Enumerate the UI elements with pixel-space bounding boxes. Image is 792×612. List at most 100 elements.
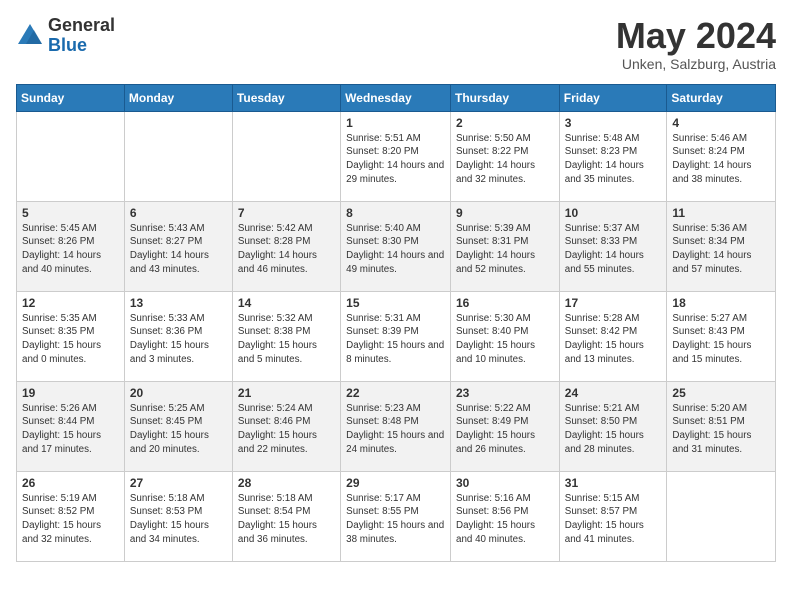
day-info: Sunrise: 5:51 AM Sunset: 8:20 PM Dayligh… — [346, 132, 445, 187]
weekday-monday: Monday — [124, 84, 232, 111]
calendar-cell: 24 Sunrise: 5:21 AM Sunset: 8:50 PM Dayli… — [559, 381, 667, 471]
day-number: 1 — [346, 116, 445, 130]
calendar-cell: 22 Sunrise: 5:23 AM Sunset: 8:48 PM Dayli… — [341, 381, 451, 471]
day-info: Sunrise: 5:19 AM Sunset: 8:52 PM Dayligh… — [22, 492, 119, 547]
day-number: 29 — [346, 476, 445, 490]
day-info: Sunrise: 5:20 AM Sunset: 8:51 PM Dayligh… — [672, 402, 770, 457]
page-header: General Blue May 2024 Unken, Salzburg, A… — [16, 16, 776, 72]
day-number: 20 — [130, 386, 227, 400]
calendar-week-3: 12 Sunrise: 5:35 AM Sunset: 8:35 PM Dayli… — [17, 291, 776, 381]
calendar-cell: 25 Sunrise: 5:20 AM Sunset: 8:51 PM Dayli… — [667, 381, 776, 471]
calendar-cell — [17, 111, 125, 201]
day-number: 21 — [238, 386, 335, 400]
title-block: May 2024 Unken, Salzburg, Austria — [616, 16, 776, 72]
day-info: Sunrise: 5:18 AM Sunset: 8:54 PM Dayligh… — [238, 492, 335, 547]
day-info: Sunrise: 5:33 AM Sunset: 8:36 PM Dayligh… — [130, 312, 227, 367]
calendar-cell: 9 Sunrise: 5:39 AM Sunset: 8:31 PM Daylig… — [451, 201, 560, 291]
day-number: 27 — [130, 476, 227, 490]
day-number: 11 — [672, 206, 770, 220]
day-info: Sunrise: 5:48 AM Sunset: 8:23 PM Dayligh… — [565, 132, 662, 187]
day-number: 15 — [346, 296, 445, 310]
day-info: Sunrise: 5:23 AM Sunset: 8:48 PM Dayligh… — [346, 402, 445, 457]
day-info: Sunrise: 5:26 AM Sunset: 8:44 PM Dayligh… — [22, 402, 119, 457]
day-number: 8 — [346, 206, 445, 220]
calendar-table: SundayMondayTuesdayWednesdayThursdayFrid… — [16, 84, 776, 562]
calendar-week-5: 26 Sunrise: 5:19 AM Sunset: 8:52 PM Dayli… — [17, 471, 776, 561]
calendar-cell: 13 Sunrise: 5:33 AM Sunset: 8:36 PM Dayli… — [124, 291, 232, 381]
day-info: Sunrise: 5:32 AM Sunset: 8:38 PM Dayligh… — [238, 312, 335, 367]
day-number: 10 — [565, 206, 662, 220]
day-number: 9 — [456, 206, 554, 220]
calendar-cell: 2 Sunrise: 5:50 AM Sunset: 8:22 PM Daylig… — [451, 111, 560, 201]
day-info: Sunrise: 5:46 AM Sunset: 8:24 PM Dayligh… — [672, 132, 770, 187]
calendar-cell: 30Sunrise: 5:16 AM Sunset: 8:56 PM Dayli… — [451, 471, 560, 561]
calendar-cell — [124, 111, 232, 201]
calendar-week-2: 5Sunrise: 5:45 AM Sunset: 8:26 PM Daylig… — [17, 201, 776, 291]
day-number: 18 — [672, 296, 770, 310]
logo: General Blue — [16, 16, 115, 56]
day-number: 16 — [456, 296, 554, 310]
day-info: Sunrise: 5:37 AM Sunset: 8:33 PM Dayligh… — [565, 222, 662, 277]
calendar-cell: 16 Sunrise: 5:30 AM Sunset: 8:40 PM Dayli… — [451, 291, 560, 381]
day-number: 13 — [130, 296, 227, 310]
calendar-cell: 31Sunrise: 5:15 AM Sunset: 8:57 PM Dayli… — [559, 471, 667, 561]
day-number: 2 — [456, 116, 554, 130]
day-number: 14 — [238, 296, 335, 310]
day-number: 25 — [672, 386, 770, 400]
weekday-saturday: Saturday — [667, 84, 776, 111]
calendar-cell: 4Sunrise: 5:46 AM Sunset: 8:24 PM Daylig… — [667, 111, 776, 201]
day-number: 30 — [456, 476, 554, 490]
day-number: 6 — [130, 206, 227, 220]
day-info: Sunrise: 5:24 AM Sunset: 8:46 PM Dayligh… — [238, 402, 335, 457]
day-info: Sunrise: 5:39 AM Sunset: 8:31 PM Dayligh… — [456, 222, 554, 277]
day-info: Sunrise: 5:50 AM Sunset: 8:22 PM Dayligh… — [456, 132, 554, 187]
day-number: 3 — [565, 116, 662, 130]
day-info: Sunrise: 5:31 AM Sunset: 8:39 PM Dayligh… — [346, 312, 445, 367]
calendar-cell: 5Sunrise: 5:45 AM Sunset: 8:26 PM Daylig… — [17, 201, 125, 291]
calendar-cell: 8 Sunrise: 5:40 AM Sunset: 8:30 PM Daylig… — [341, 201, 451, 291]
calendar-cell: 26 Sunrise: 5:19 AM Sunset: 8:52 PM Dayli… — [17, 471, 125, 561]
calendar-cell: 27 Sunrise: 5:18 AM Sunset: 8:53 PM Dayli… — [124, 471, 232, 561]
day-info: Sunrise: 5:42 AM Sunset: 8:28 PM Dayligh… — [238, 222, 335, 277]
calendar-cell — [232, 111, 340, 201]
calendar-cell — [667, 471, 776, 561]
logo-general-text: General — [48, 15, 115, 35]
calendar-cell: 14 Sunrise: 5:32 AM Sunset: 8:38 PM Dayli… — [232, 291, 340, 381]
location-text: Unken, Salzburg, Austria — [616, 56, 776, 72]
day-info: Sunrise: 5:30 AM Sunset: 8:40 PM Dayligh… — [456, 312, 554, 367]
day-number: 26 — [22, 476, 119, 490]
logo-icon — [16, 22, 44, 50]
logo-blue-text: Blue — [48, 35, 87, 55]
day-number: 22 — [346, 386, 445, 400]
day-info: Sunrise: 5:22 AM Sunset: 8:49 PM Dayligh… — [456, 402, 554, 457]
day-info: Sunrise: 5:17 AM Sunset: 8:55 PM Dayligh… — [346, 492, 445, 547]
calendar-week-1: 1 Sunrise: 5:51 AM Sunset: 8:20 PM Daylig… — [17, 111, 776, 201]
calendar-cell: 10 Sunrise: 5:37 AM Sunset: 8:33 PM Dayli… — [559, 201, 667, 291]
day-number: 17 — [565, 296, 662, 310]
day-number: 23 — [456, 386, 554, 400]
day-info: Sunrise: 5:21 AM Sunset: 8:50 PM Dayligh… — [565, 402, 662, 457]
day-info: Sunrise: 5:27 AM Sunset: 8:43 PM Dayligh… — [672, 312, 770, 367]
calendar-cell: 6Sunrise: 5:43 AM Sunset: 8:27 PM Daylig… — [124, 201, 232, 291]
calendar-cell: 11 Sunrise: 5:36 AM Sunset: 8:34 PM Dayli… — [667, 201, 776, 291]
calendar-cell: 23 Sunrise: 5:22 AM Sunset: 8:49 PM Dayli… — [451, 381, 560, 471]
day-info: Sunrise: 5:25 AM Sunset: 8:45 PM Dayligh… — [130, 402, 227, 457]
calendar-cell: 15 Sunrise: 5:31 AM Sunset: 8:39 PM Dayli… — [341, 291, 451, 381]
calendar-cell: 7Sunrise: 5:42 AM Sunset: 8:28 PM Daylig… — [232, 201, 340, 291]
day-info: Sunrise: 5:35 AM Sunset: 8:35 PM Dayligh… — [22, 312, 119, 367]
calendar-body: 1 Sunrise: 5:51 AM Sunset: 8:20 PM Daylig… — [17, 111, 776, 561]
day-number: 24 — [565, 386, 662, 400]
calendar-cell: 1 Sunrise: 5:51 AM Sunset: 8:20 PM Daylig… — [341, 111, 451, 201]
day-number: 19 — [22, 386, 119, 400]
day-info: Sunrise: 5:18 AM Sunset: 8:53 PM Dayligh… — [130, 492, 227, 547]
day-number: 31 — [565, 476, 662, 490]
day-number: 12 — [22, 296, 119, 310]
day-info: Sunrise: 5:36 AM Sunset: 8:34 PM Dayligh… — [672, 222, 770, 277]
calendar-cell: 18 Sunrise: 5:27 AM Sunset: 8:43 PM Dayli… — [667, 291, 776, 381]
day-number: 5 — [22, 206, 119, 220]
day-info: Sunrise: 5:40 AM Sunset: 8:30 PM Dayligh… — [346, 222, 445, 277]
weekday-friday: Friday — [559, 84, 667, 111]
calendar-cell: 28Sunrise: 5:18 AM Sunset: 8:54 PM Dayli… — [232, 471, 340, 561]
calendar-cell: 3 Sunrise: 5:48 AM Sunset: 8:23 PM Daylig… — [559, 111, 667, 201]
weekday-tuesday: Tuesday — [232, 84, 340, 111]
